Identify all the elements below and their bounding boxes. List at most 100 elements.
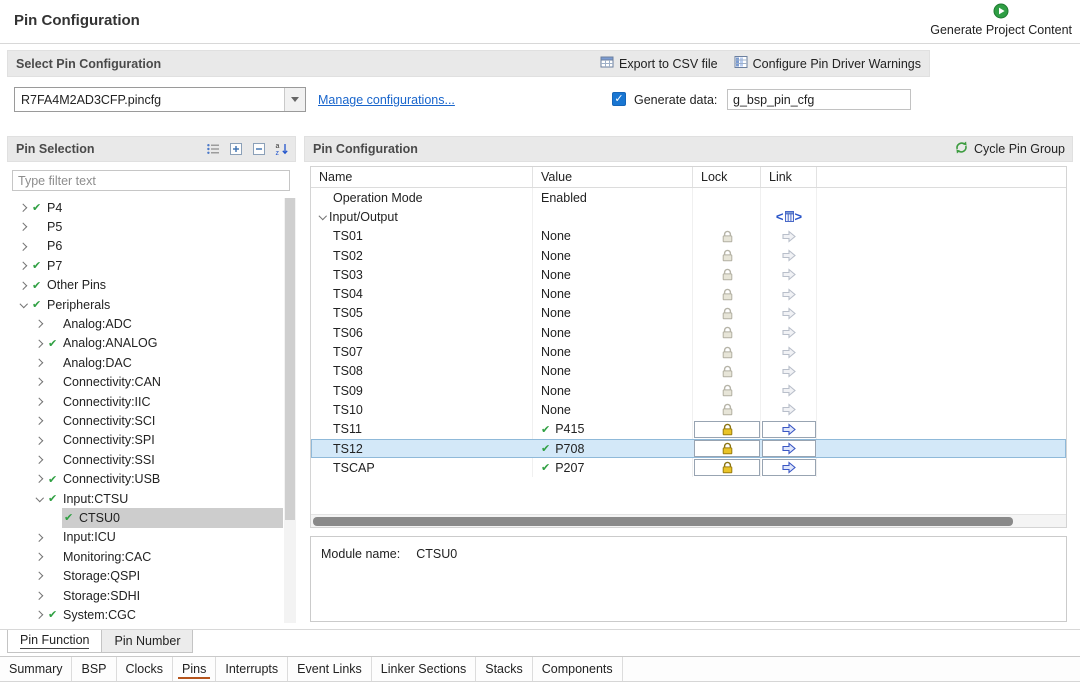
editor-tab-interrupts[interactable]: Interrupts: [216, 657, 288, 681]
tree-item-p6[interactable]: P6: [7, 237, 283, 256]
chevron-right-icon[interactable]: [17, 224, 30, 230]
table-row-ts04[interactable]: TS04None: [311, 284, 1066, 303]
tree-filter-input[interactable]: [12, 170, 290, 191]
tree-item-analog-adc[interactable]: Analog:ADC: [7, 314, 283, 333]
chevron-down-icon[interactable]: [316, 215, 329, 219]
tree-item-ctsu0[interactable]: ✔CTSU0: [7, 508, 283, 527]
chevron-right-icon[interactable]: [33, 341, 46, 347]
cell-value[interactable]: ✔P708: [533, 439, 693, 458]
tree-item-p5[interactable]: P5: [7, 217, 283, 236]
chevron-right-icon[interactable]: [17, 205, 30, 211]
cell-value[interactable]: None: [533, 400, 693, 419]
tree-item-peripherals[interactable]: ✔Peripherals: [7, 295, 283, 314]
chevron-right-icon[interactable]: [17, 263, 30, 269]
chevron-right-icon[interactable]: [33, 418, 46, 424]
cell-value[interactable]: None: [533, 381, 693, 400]
table-row-ts09[interactable]: TS09None: [311, 381, 1066, 400]
editor-tab-components[interactable]: Components: [533, 657, 623, 681]
chevron-down-icon[interactable]: [17, 303, 30, 307]
cell-value[interactable]: None: [533, 246, 693, 265]
table-row-ts06[interactable]: TS06None: [311, 323, 1066, 342]
export-to-csv-button[interactable]: Export to CSV file: [600, 55, 718, 72]
table-row-ts05[interactable]: TS05None: [311, 304, 1066, 323]
lock-icon[interactable]: [694, 459, 760, 476]
editor-tab-clocks[interactable]: Clocks: [117, 657, 174, 681]
table-scrollbar-thumb[interactable]: [313, 517, 1013, 526]
table-row-operation-mode[interactable]: Operation ModeEnabled: [311, 188, 1066, 207]
cell-value[interactable]: None: [533, 227, 693, 246]
cell-value[interactable]: None: [533, 265, 693, 284]
chevron-right-icon[interactable]: [33, 535, 46, 541]
tree-item-connectivity-sci[interactable]: Connectivity:SCI: [7, 411, 283, 430]
cell-value[interactable]: ✔P415: [533, 420, 693, 439]
tree-item-p7[interactable]: ✔P7: [7, 256, 283, 275]
table-row-ts03[interactable]: TS03None: [311, 265, 1066, 284]
tree-item-input-ctsu[interactable]: ✔Input:CTSU: [7, 489, 283, 508]
tree-item-analog-analog[interactable]: ✔Analog:ANALOG: [7, 334, 283, 353]
tab-pin-function[interactable]: Pin Function: [7, 630, 102, 653]
tree-item-analog-dac[interactable]: Analog:DAC: [7, 353, 283, 372]
chevron-right-icon[interactable]: [17, 244, 30, 250]
tree-item-connectivity-spi[interactable]: Connectivity:SPI: [7, 431, 283, 450]
pin-configuration-combobox[interactable]: R7FA4M2AD3CFP.pincfg: [14, 87, 306, 112]
chevron-right-icon[interactable]: [33, 573, 46, 579]
table-row-ts01[interactable]: TS01None: [311, 227, 1066, 246]
cell-value[interactable]: ✔P207: [533, 458, 693, 477]
chevron-right-icon[interactable]: [33, 438, 46, 444]
table-row-ts07[interactable]: TS07None: [311, 342, 1066, 361]
generate-data-checkbox[interactable]: [612, 92, 626, 106]
cell-value[interactable]: None: [533, 362, 693, 381]
link-arrow-icon[interactable]: [762, 440, 816, 457]
chevron-right-icon[interactable]: [33, 593, 46, 599]
generate-data-input[interactable]: [727, 89, 911, 110]
tree-item-storage-sdhi[interactable]: Storage:SDHI: [7, 586, 283, 605]
tree-menu-icon[interactable]: [204, 141, 221, 158]
table-row-ts10[interactable]: TS10None: [311, 400, 1066, 419]
tree-item-system-cgc[interactable]: ✔System:CGC: [7, 605, 283, 623]
link-arrow-icon[interactable]: [762, 459, 816, 476]
cell-value[interactable]: None: [533, 342, 693, 361]
editor-tab-linker-sections[interactable]: Linker Sections: [372, 657, 476, 681]
tree-item-p4[interactable]: ✔P4: [7, 198, 283, 217]
chevron-right-icon[interactable]: [33, 554, 46, 560]
table-row-tscap[interactable]: TSCAP✔P207: [311, 458, 1066, 477]
chevron-right-icon[interactable]: [33, 612, 46, 618]
table-row-ts11[interactable]: TS11✔P415: [311, 420, 1066, 439]
cell-value[interactable]: None: [533, 323, 693, 342]
link-arrow-icon[interactable]: [762, 421, 816, 438]
cell-value[interactable]: None: [533, 284, 693, 303]
expand-all-icon[interactable]: [227, 141, 244, 158]
cell-value[interactable]: Enabled: [533, 188, 693, 207]
table-row-ts02[interactable]: TS02None: [311, 246, 1066, 265]
pin-group-selector-icon[interactable]: <>: [776, 210, 802, 223]
sort-az-icon[interactable]: az: [273, 141, 290, 158]
lock-icon[interactable]: [694, 421, 760, 438]
cycle-pin-group-button[interactable]: Cycle Pin Group: [954, 140, 1065, 158]
chevron-right-icon[interactable]: [33, 379, 46, 385]
chevron-down-icon[interactable]: [33, 497, 46, 501]
tab-pin-number[interactable]: Pin Number: [102, 630, 193, 653]
editor-tab-stacks[interactable]: Stacks: [476, 657, 533, 681]
tree-item-connectivity-can[interactable]: Connectivity:CAN: [7, 373, 283, 392]
chevron-right-icon[interactable]: [33, 399, 46, 405]
chevron-right-icon[interactable]: [33, 360, 46, 366]
tree-scrollbar-thumb[interactable]: [285, 198, 295, 520]
tree-item-connectivity-usb[interactable]: ✔Connectivity:USB: [7, 469, 283, 488]
editor-tab-event-links[interactable]: Event Links: [288, 657, 372, 681]
tree-item-other-pins[interactable]: ✔Other Pins: [7, 276, 283, 295]
table-row-ts12[interactable]: TS12✔P708: [311, 439, 1066, 458]
lock-icon[interactable]: [694, 440, 760, 457]
collapse-all-icon[interactable]: [250, 141, 267, 158]
editor-tab-summary[interactable]: Summary: [0, 657, 72, 681]
chevron-right-icon[interactable]: [33, 476, 46, 482]
editor-tab-pins[interactable]: Pins: [173, 657, 216, 681]
table-row-ts08[interactable]: TS08None: [311, 362, 1066, 381]
chevron-right-icon[interactable]: [33, 457, 46, 463]
chevron-right-icon[interactable]: [33, 321, 46, 327]
cell-value[interactable]: [533, 207, 693, 226]
tree-item-monitoring-cac[interactable]: Monitoring:CAC: [7, 547, 283, 566]
configure-pin-driver-warnings-button[interactable]: Configure Pin Driver Warnings: [734, 55, 921, 72]
table-row-input-output[interactable]: Input/Output<>: [311, 207, 1066, 226]
cell-value[interactable]: None: [533, 304, 693, 323]
tree-item-storage-qspi[interactable]: Storage:QSPI: [7, 566, 283, 585]
